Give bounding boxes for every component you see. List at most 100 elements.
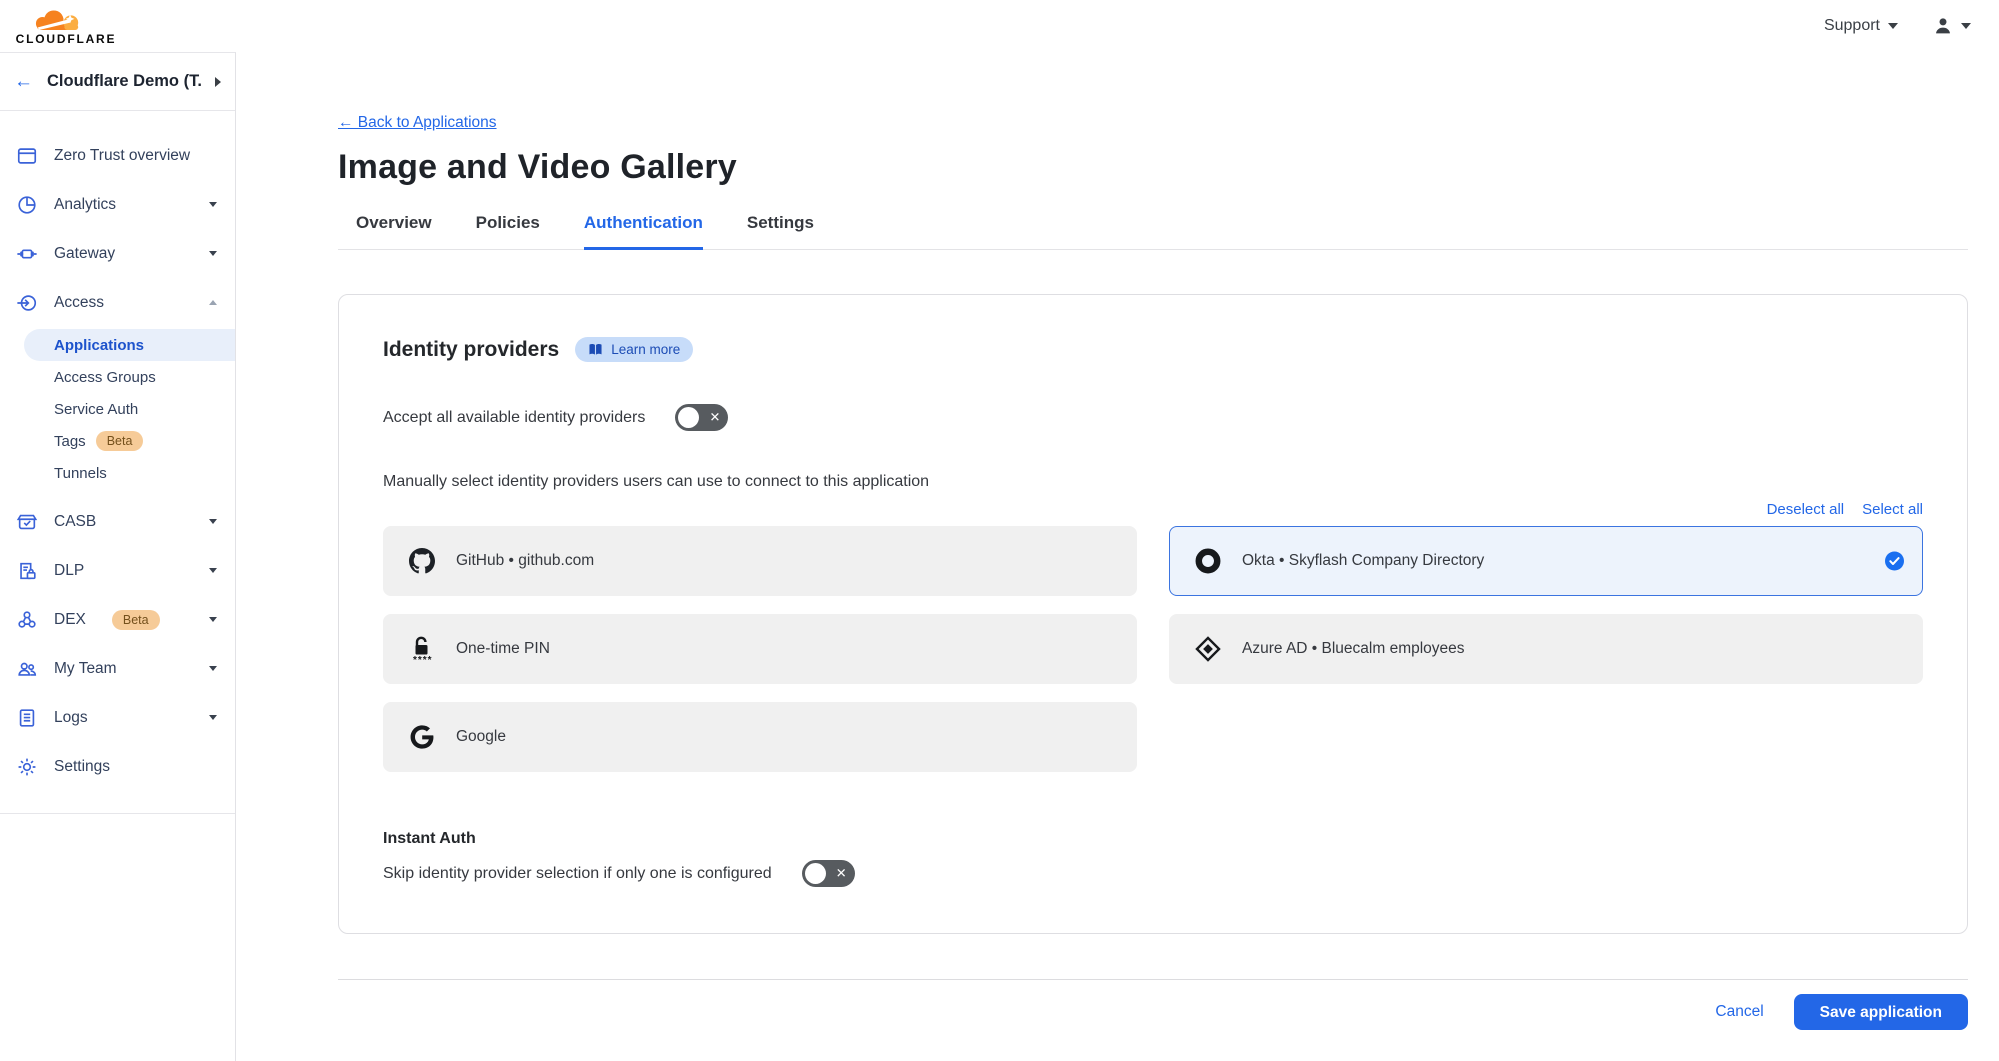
manual-select-label: Manually select identity providers users… [383,473,1923,491]
chevron-right-icon[interactable] [215,77,221,87]
chevron-down-icon [209,715,217,720]
back-arrow-icon[interactable]: ← [14,72,33,91]
people-icon [16,658,38,680]
footer-actions: Cancel Save application [338,994,1968,1030]
chevron-up-icon [209,300,217,305]
support-menu[interactable]: Support [1824,17,1898,35]
sidebar-item-gateway[interactable]: Gateway [0,229,235,278]
casb-box-check-icon [16,511,38,533]
tab-bar: Overview Policies Authentication Setting… [338,213,1968,250]
select-all-link[interactable]: Select all [1862,501,1923,518]
sidebar-item-label: Settings [54,758,110,776]
provider-tile-azure-ad[interactable]: Azure AD • Bluecalm employees [1169,614,1923,684]
sidebar-item-label: DLP [54,562,84,580]
okta-icon [1194,546,1222,576]
sidebar-item-label: Tunnels [54,465,107,482]
pie-chart-icon [16,194,38,216]
back-to-applications-link[interactable]: ← Back to Applications [338,114,497,132]
provider-tile-google[interactable]: Google [383,702,1137,772]
access-submenu: Applications Access Groups Service Auth … [0,327,235,497]
toggle-knob [805,863,826,884]
sidebar-item-tags[interactable]: Tags Beta [0,425,235,457]
sidebar-item-label: Zero Trust overview [54,147,190,165]
gateway-icon [16,243,38,265]
provider-name: Azure AD • Bluecalm employees [1242,640,1465,658]
sidebar-item-label: Applications [54,337,144,354]
sidebar-nav: Zero Trust overview Analytics Gateway [0,111,235,814]
book-icon [588,343,603,356]
cancel-button[interactable]: Cancel [1715,1003,1763,1021]
account-name: Cloudflare Demo (T... [47,72,201,91]
sidebar-item-logs[interactable]: Logs [0,693,235,742]
sidebar-item-applications[interactable]: Applications [24,329,235,361]
chevron-down-icon [209,202,217,207]
deselect-all-link[interactable]: Deselect all [1767,501,1845,518]
document-lines-icon [16,707,38,729]
provider-tile-one-time-pin[interactable]: **** One-time PIN [383,614,1137,684]
chevron-down-icon [209,519,217,524]
tab-authentication[interactable]: Authentication [584,213,703,250]
sidebar-item-access-groups[interactable]: Access Groups [0,361,235,393]
accept-all-toggle[interactable]: ✕ [675,404,728,431]
identity-providers-card: Identity providers Learn more Accept all… [338,294,1968,934]
account-switcher[interactable]: ← Cloudflare Demo (T... [0,53,235,111]
sidebar-item-service-auth[interactable]: Service Auth [0,393,235,425]
sidebar-divider [0,813,235,814]
sidebar-item-label: CASB [54,513,96,531]
sidebar-item-casb[interactable]: CASB [0,497,235,546]
accept-all-label: Accept all available identity providers [383,409,645,427]
provider-tile-github[interactable]: GitHub • github.com [383,526,1137,596]
sidebar-item-label: Tags [54,433,86,450]
user-menu[interactable] [1932,15,1971,37]
chevron-down-icon [1961,23,1971,29]
provider-name: Google [456,728,506,746]
chevron-down-icon [1888,23,1898,29]
chevron-down-icon [209,568,217,573]
learn-more-label: Learn more [611,342,680,357]
network-nodes-icon [16,609,38,631]
sidebar-item-label: Access Groups [54,369,156,386]
tab-settings[interactable]: Settings [747,213,814,250]
card-title: Identity providers [383,338,559,362]
github-icon [408,546,436,576]
access-icon [16,292,38,314]
one-time-pin-lock-icon: **** [408,634,436,664]
chevron-down-icon [209,617,217,622]
cloudflare-cloud-icon [27,7,105,35]
page-title: Image and Video Gallery [338,148,1968,187]
tab-policies[interactable]: Policies [476,213,540,250]
sidebar-item-label: Access [54,294,104,312]
support-label: Support [1824,17,1880,35]
provider-grid: GitHub • github.com Okta • Skyflash Comp… [383,526,1923,772]
window-icon [16,145,38,167]
top-bar: CLOUDFLARE Support [0,0,1999,52]
document-lock-icon [16,560,38,582]
sidebar-item-label: Gateway [54,245,115,263]
sidebar-item-dex[interactable]: DEX Beta [0,595,235,644]
footer-divider [338,979,1968,980]
toggle-off-x-icon: ✕ [836,865,847,881]
main-content: ← Back to Applications Image and Video G… [236,52,1999,1061]
sidebar-item-analytics[interactable]: Analytics [0,180,235,229]
sidebar-item-my-team[interactable]: My Team [0,644,235,693]
tab-overview[interactable]: Overview [356,213,432,250]
provider-tile-okta[interactable]: Okta • Skyflash Company Directory [1169,526,1923,596]
instant-auth-heading: Instant Auth [383,830,1923,848]
sidebar-item-label: My Team [54,660,117,678]
gear-icon [16,756,38,778]
sidebar-item-tunnels[interactable]: Tunnels [0,457,235,489]
chevron-down-icon [209,251,217,256]
save-application-button[interactable]: Save application [1794,994,1968,1030]
sidebar-item-dlp[interactable]: DLP [0,546,235,595]
provider-name: Okta • Skyflash Company Directory [1242,552,1484,570]
cloudflare-logo[interactable]: CLOUDFLARE [14,7,118,46]
instant-auth-toggle[interactable]: ✕ [802,860,855,887]
learn-more-link[interactable]: Learn more [575,337,693,362]
sidebar-item-zero-trust-overview[interactable]: Zero Trust overview [0,131,235,180]
sidebar-item-access[interactable]: Access [0,278,235,327]
sidebar-item-label: Logs [54,709,88,727]
sidebar-item-settings[interactable]: Settings [0,742,235,791]
beta-badge: Beta [112,610,160,630]
beta-badge: Beta [96,431,144,451]
brand-wordmark: CLOUDFLARE [16,32,117,46]
